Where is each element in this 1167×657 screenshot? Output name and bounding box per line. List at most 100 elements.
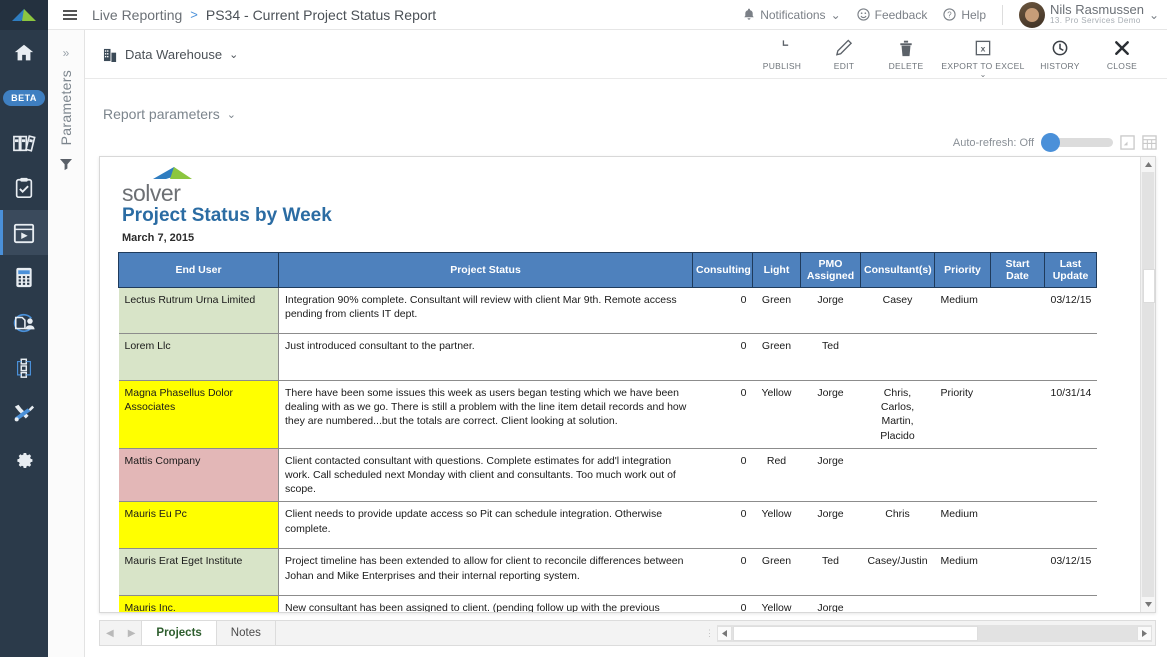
horizontal-scrollbar[interactable] — [717, 625, 1152, 642]
col-last-update[interactable]: Last Update — [1045, 253, 1097, 288]
cell-start-date — [991, 549, 1045, 596]
table-row[interactable]: Mauris Eu PcClient needs to provide upda… — [119, 502, 1097, 549]
cell-end-user: Mauris Eu Pc — [119, 502, 279, 549]
sheet-nav-buttons: ◀ ▶ — [100, 621, 141, 645]
user-menu[interactable]: Nils Rasmussen 13. Pro Services Demo ⌄ — [1019, 2, 1159, 28]
col-consultants[interactable]: Consultant(s) — [861, 253, 935, 288]
expand-icon[interactable] — [1120, 135, 1135, 150]
report-parameters-toggle[interactable]: Report parameters ⌄ — [103, 106, 236, 122]
sidebar-item-beta[interactable]: BETA — [0, 75, 48, 120]
hscroll-thumb[interactable] — [733, 626, 978, 641]
hamburger-icon[interactable] — [48, 8, 92, 22]
primary-sidebar: BETA — [0, 0, 48, 657]
table-row[interactable]: Mattis CompanyClient contacted consultan… — [119, 448, 1097, 502]
tab-projects[interactable]: Projects — [141, 621, 215, 645]
cell-consultants — [861, 334, 935, 381]
sidebar-item-tasks[interactable] — [0, 165, 48, 210]
sheet-next-button[interactable]: ▶ — [128, 628, 136, 639]
scrollbar-track[interactable] — [1142, 172, 1154, 597]
sidebar-item-data[interactable] — [0, 300, 48, 345]
vertical-scrollbar[interactable] — [1140, 157, 1155, 612]
edit-button[interactable]: EDIT — [813, 39, 875, 71]
help-button[interactable]: ? Help — [943, 8, 986, 22]
sidebar-item-budgeting[interactable] — [0, 255, 48, 300]
hscroll-left-button[interactable] — [717, 626, 732, 641]
cell-end-user: Magna Phasellus Dolor Associates — [119, 381, 279, 449]
cell-consulting: 0 — [693, 381, 753, 449]
avatar — [1019, 2, 1045, 28]
scroll-up-button[interactable] — [1141, 157, 1156, 172]
breadcrumb-current-report: PS34 - Current Project Status Report — [206, 7, 436, 23]
database-building-icon — [103, 48, 118, 62]
sheet-prev-button[interactable]: ◀ — [106, 628, 114, 639]
table-row[interactable]: Lorem LlcJust introduced consultant to t… — [119, 334, 1097, 381]
sidebar-item-live-reporting[interactable] — [0, 210, 48, 255]
auto-refresh-toggle[interactable] — [1041, 138, 1113, 147]
parameters-panel[interactable]: » Parameters — [48, 30, 85, 657]
parameters-expand-chevron[interactable]: » — [63, 46, 70, 60]
delete-button[interactable]: DELETE — [875, 39, 937, 71]
cell-project-status: Client needs to provide update access so… — [279, 502, 693, 549]
breadcrumb-live-reporting[interactable]: Live Reporting — [92, 7, 182, 23]
sidebar-item-hierarchy[interactable] — [0, 345, 48, 390]
col-pmo-assigned[interactable]: PMO Assigned — [801, 253, 861, 288]
cell-pmo-assigned: Jorge — [801, 596, 861, 612]
sidebar-item-tools[interactable] — [0, 390, 48, 435]
cell-start-date — [991, 596, 1045, 612]
export-to-excel-button[interactable]: x EXPORT TO EXCEL ⌄ — [937, 39, 1029, 71]
user-info: Nils Rasmussen 13. Pro Services Demo — [1050, 3, 1144, 26]
col-start-date[interactable]: Start Date — [991, 253, 1045, 288]
col-consulting[interactable]: Consulting — [693, 253, 753, 288]
cell-priority: Medium — [935, 549, 991, 596]
table-row[interactable]: Magna Phasellus Dolor AssociatesThere ha… — [119, 381, 1097, 449]
application-window: BETA — [0, 0, 1167, 657]
sidebar-item-settings[interactable] — [0, 435, 48, 480]
chevron-right-icon — [1142, 630, 1147, 637]
app-logo[interactable] — [0, 0, 48, 30]
close-button[interactable]: CLOSE — [1091, 39, 1153, 71]
cell-light: Green — [753, 288, 801, 334]
report-panel: solver Project Status by Week March 7, 2… — [99, 156, 1156, 613]
auto-refresh-controls: Auto-refresh: Off — [953, 135, 1157, 150]
chevron-down-icon[interactable]: ⌄ — [980, 70, 987, 79]
reports-icon — [12, 132, 36, 154]
cell-priority: Medium — [935, 288, 991, 334]
col-project-status[interactable]: Project Status — [279, 253, 693, 288]
sidebar-item-home[interactable] — [0, 30, 48, 75]
svg-text:?: ? — [948, 11, 953, 20]
publish-button[interactable]: PUBLISH — [751, 39, 813, 71]
breadcrumb-separator: > — [190, 7, 198, 22]
cell-consulting: 0 — [693, 334, 753, 381]
cell-pmo-assigned: Jorge — [801, 381, 861, 449]
hscroll-right-button[interactable] — [1137, 626, 1152, 641]
filter-icon[interactable] — [59, 157, 73, 176]
scrollbar-thumb[interactable] — [1143, 269, 1155, 303]
col-light[interactable]: Light — [753, 253, 801, 288]
close-label: CLOSE — [1107, 61, 1137, 71]
chevron-up-icon — [1145, 162, 1152, 167]
tab-notes[interactable]: Notes — [216, 621, 275, 645]
table-row[interactable]: Mauris Inc.New consultant has been assig… — [119, 596, 1097, 612]
table-row[interactable]: Lectus Rutrum Urna LimitedIntegration 90… — [119, 288, 1097, 334]
solver-mark-icon — [152, 165, 198, 181]
cell-light: Green — [753, 549, 801, 596]
report-title: Project Status by Week — [122, 205, 1140, 227]
toolbar-actions: PUBLISH EDIT DELETE x — [751, 39, 1167, 71]
project-status-table: End User Project Status Consulting Light… — [118, 252, 1097, 612]
grid-icon[interactable] — [1142, 135, 1157, 150]
cell-priority: Medium — [935, 502, 991, 549]
notifications-button[interactable]: Notifications ⌄ — [743, 8, 840, 22]
col-priority[interactable]: Priority — [935, 253, 991, 288]
resize-grip[interactable]: ⋮ — [705, 628, 713, 639]
help-label: Help — [961, 8, 986, 22]
history-button[interactable]: HISTORY — [1029, 39, 1091, 71]
sidebar-item-reports[interactable] — [0, 120, 48, 165]
report-parameters-label: Report parameters — [103, 106, 220, 122]
history-clock-icon — [1051, 39, 1069, 58]
feedback-button[interactable]: Feedback — [857, 8, 928, 22]
scroll-down-button[interactable] — [1141, 597, 1156, 612]
datasource-selector[interactable]: Data Warehouse ⌄ — [103, 47, 238, 62]
horizontal-scroll-area: ⋮ — [705, 621, 1155, 645]
col-end-user[interactable]: End User — [119, 253, 279, 288]
table-row[interactable]: Mauris Erat Eget InstituteProject timeli… — [119, 549, 1097, 596]
